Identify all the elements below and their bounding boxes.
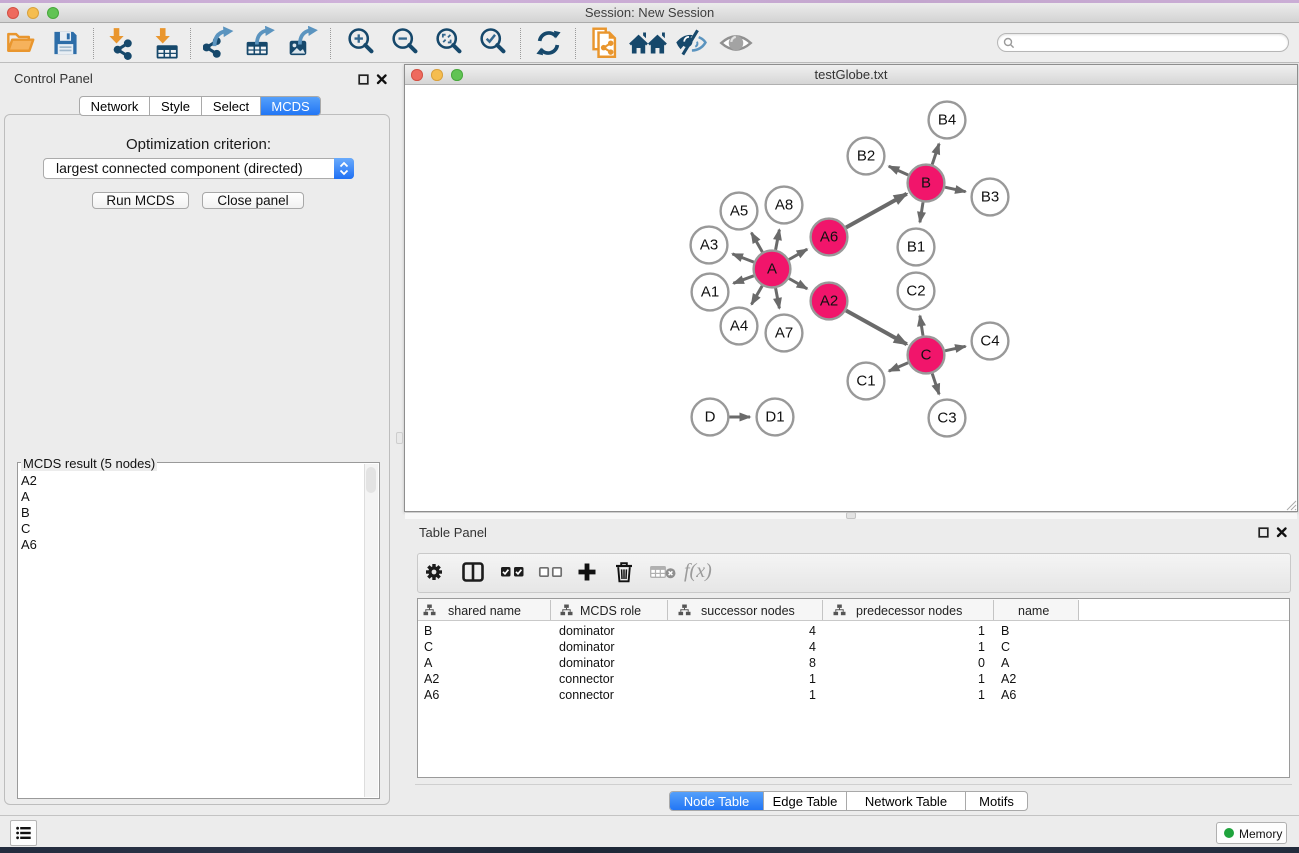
- svg-text:B3: B3: [981, 189, 999, 206]
- svg-text:C: C: [921, 347, 932, 364]
- svg-text:C1: C1: [856, 373, 875, 390]
- svg-text:A: A: [767, 261, 777, 278]
- svg-text:C4: C4: [980, 333, 999, 350]
- svg-text:A4: A4: [730, 318, 748, 335]
- svg-text:A1: A1: [701, 284, 719, 301]
- svg-text:D: D: [705, 409, 716, 426]
- svg-text:B1: B1: [907, 239, 925, 256]
- svg-text:B2: B2: [857, 148, 875, 165]
- svg-text:A8: A8: [775, 197, 793, 214]
- svg-text:C3: C3: [937, 410, 956, 427]
- svg-text:D1: D1: [765, 409, 784, 426]
- svg-text:A3: A3: [700, 237, 718, 254]
- svg-text:C2: C2: [906, 283, 925, 300]
- svg-text:B: B: [921, 175, 931, 192]
- svg-text:A5: A5: [730, 203, 748, 220]
- svg-text:B4: B4: [938, 112, 956, 129]
- svg-text:A2: A2: [820, 293, 838, 310]
- svg-text:A7: A7: [775, 325, 793, 342]
- svg-text:A6: A6: [820, 229, 838, 246]
